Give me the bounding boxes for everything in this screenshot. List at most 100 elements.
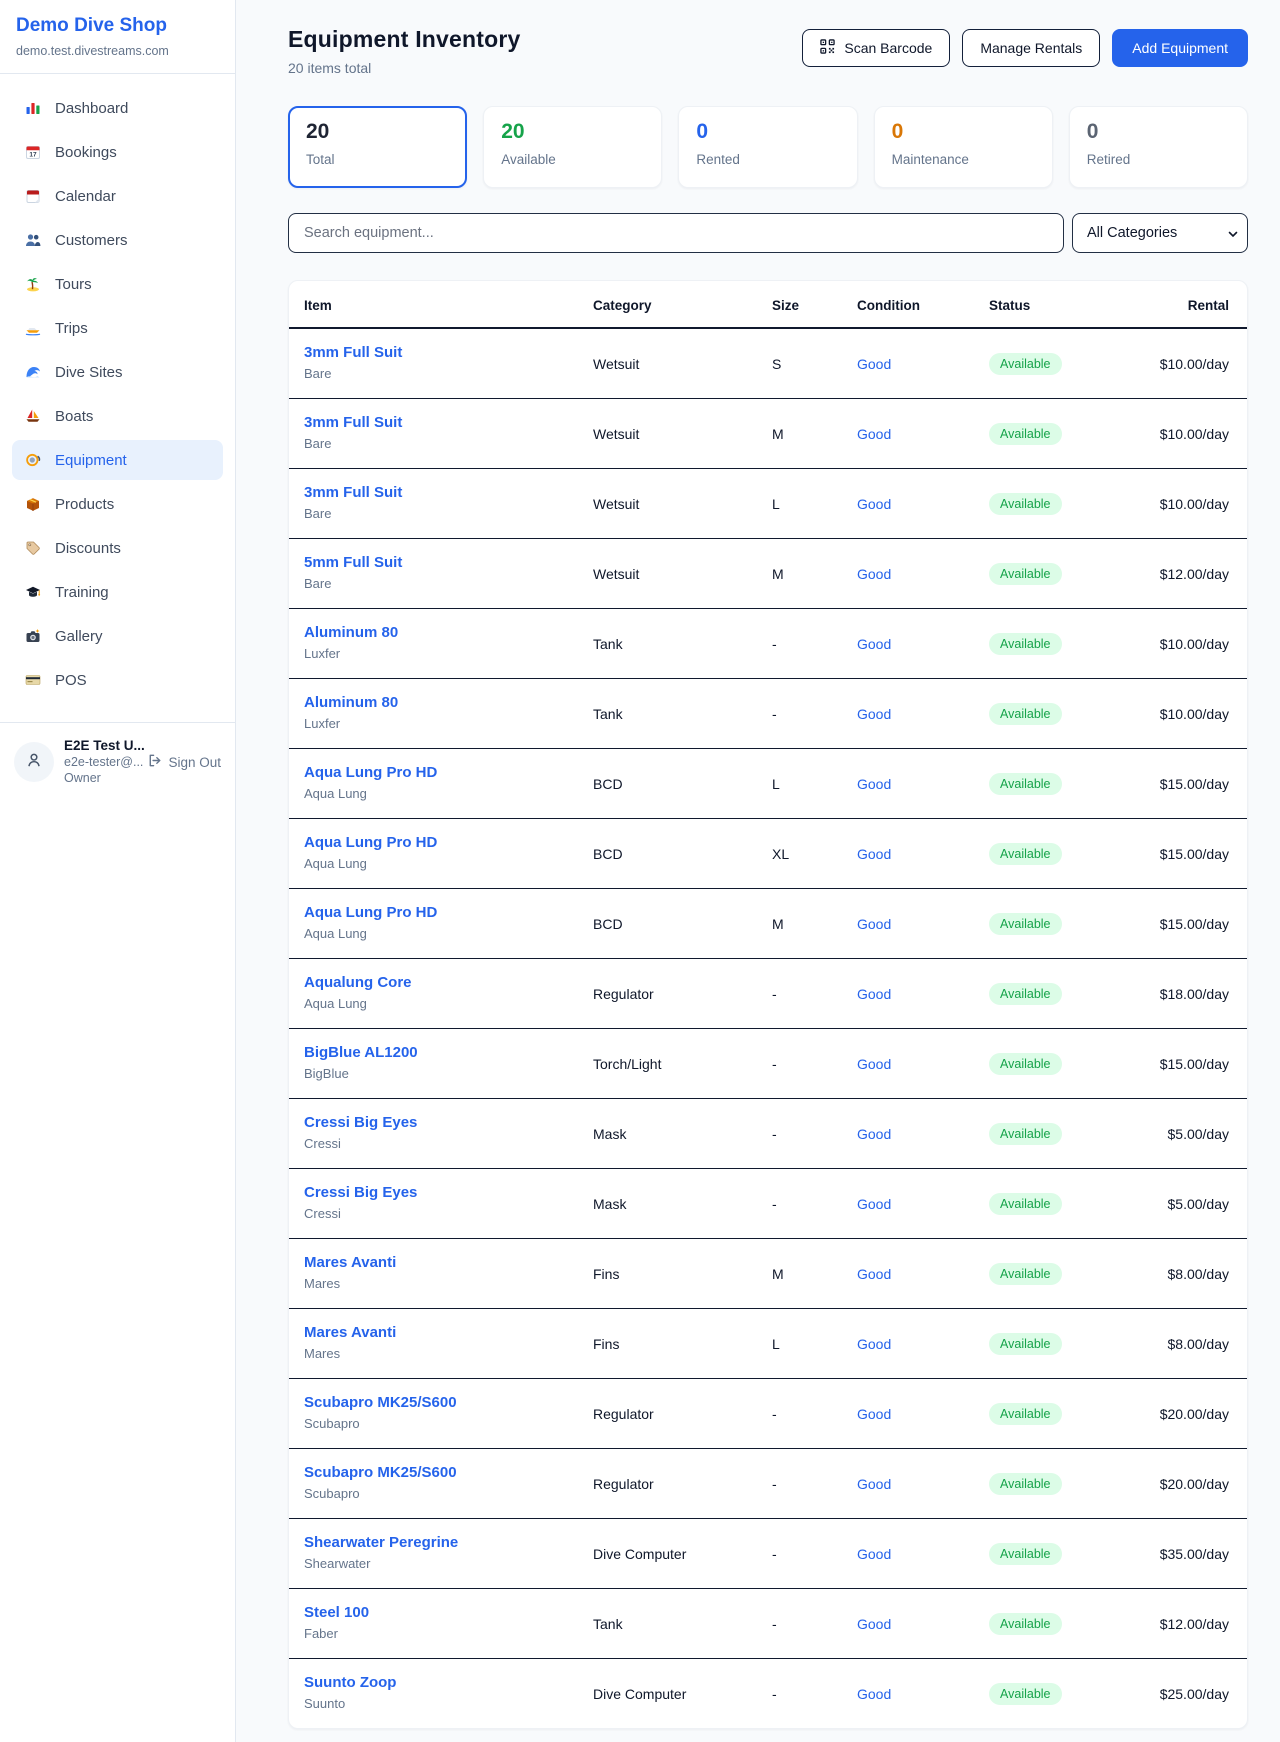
condition-link[interactable]: Good [857,356,891,372]
sign-out-icon [147,753,162,771]
category-select[interactable]: All Categories [1072,213,1248,253]
sidebar-item-tours[interactable]: Tours [12,264,223,304]
item-name-link[interactable]: Aqua Lung Pro HD [304,834,577,852]
rental-price: $8.00/day [1168,1266,1230,1282]
condition-link[interactable]: Good [857,566,891,582]
item-size: L [764,749,849,819]
item-name-link[interactable]: Scubapro MK25/S600 [304,1394,577,1412]
item-name-link[interactable]: Shearwater Peregrine [304,1534,577,1552]
tours-icon [24,276,42,292]
item-size: - [764,1379,849,1449]
condition-link[interactable]: Good [857,706,891,722]
condition-link[interactable]: Good [857,846,891,862]
sidebar-item-customers[interactable]: Customers [12,220,223,260]
item-name-link[interactable]: Suunto Zoop [304,1674,577,1692]
condition-link[interactable]: Good [857,496,891,512]
item-name-link[interactable]: 3mm Full Suit [304,344,577,362]
col-header-size: Size [764,281,849,328]
item-name-link[interactable]: Cressi Big Eyes [304,1114,577,1132]
condition-link[interactable]: Good [857,1126,891,1142]
search-input[interactable] [288,213,1064,253]
condition-link[interactable]: Good [857,636,891,652]
stat-value: 0 [1087,120,1230,144]
condition-link[interactable]: Good [857,1476,891,1492]
rental-price: $10.00/day [1160,636,1229,652]
condition-link[interactable]: Good [857,986,891,1002]
rental-price: $12.00/day [1160,1616,1229,1632]
status-badge: Available [989,1053,1062,1075]
item-category: Wetsuit [585,469,764,539]
condition-link[interactable]: Good [857,1056,891,1072]
item-size: M [764,399,849,469]
item-name-link[interactable]: Aqualung Core [304,974,577,992]
condition-link[interactable]: Good [857,1406,891,1422]
dive-sites-icon [24,364,42,380]
status-badge: Available [989,703,1062,725]
sign-out-button[interactable]: Sign Out [147,753,221,771]
item-brand: Aqua Lung [304,925,577,943]
stat-card-rented[interactable]: 0 Rented [678,106,857,188]
add-equipment-button[interactable]: Add Equipment [1112,29,1248,67]
manage-rentals-button[interactable]: Manage Rentals [962,29,1100,67]
item-name-link[interactable]: Mares Avanti [304,1324,577,1342]
item-name-link[interactable]: Aluminum 80 [304,624,577,642]
sidebar-item-products[interactable]: Products [12,484,223,524]
barcode-scan-icon [820,39,835,57]
item-category: BCD [585,889,764,959]
item-name-link[interactable]: Aluminum 80 [304,694,577,712]
item-size: M [764,539,849,609]
item-name-link[interactable]: Aqua Lung Pro HD [304,904,577,922]
item-brand: Bare [304,505,577,523]
status-badge: Available [989,1473,1062,1495]
sidebar-item-training[interactable]: Training [12,572,223,612]
rental-price: $10.00/day [1160,356,1229,372]
item-brand: Cressi [304,1205,577,1223]
sidebar-item-bookings[interactable]: 17 Bookings [12,132,223,172]
scan-barcode-button[interactable]: Scan Barcode [802,29,950,67]
svg-text:17: 17 [29,152,37,159]
stat-card-total[interactable]: 20 Total [288,106,467,188]
condition-link[interactable]: Good [857,1616,891,1632]
sidebar-item-label: Boats [55,408,93,425]
rental-price: $35.00/day [1160,1546,1229,1562]
sidebar-item-boats[interactable]: Boats [12,396,223,436]
sidebar-item-calendar[interactable]: Calendar [12,176,223,216]
item-category: Regulator [585,1449,764,1519]
condition-link[interactable]: Good [857,1266,891,1282]
condition-link[interactable]: Good [857,776,891,792]
condition-link[interactable]: Good [857,1686,891,1702]
item-name-link[interactable]: Cressi Big Eyes [304,1184,577,1202]
sidebar-item-trips[interactable]: Trips [12,308,223,348]
item-name-link[interactable]: Scubapro MK25/S600 [304,1464,577,1482]
stat-card-maintenance[interactable]: 0 Maintenance [874,106,1053,188]
sidebar-item-equipment[interactable]: Equipment [12,440,223,480]
trips-icon [24,320,42,336]
condition-link[interactable]: Good [857,1196,891,1212]
condition-link[interactable]: Good [857,916,891,932]
discounts-icon [24,540,42,556]
sidebar-item-dashboard[interactable]: Dashboard [12,88,223,128]
item-name-link[interactable]: 3mm Full Suit [304,484,577,502]
col-header-rental: Rental [1144,281,1247,328]
sidebar-item-pos[interactable]: POS [12,660,223,700]
stat-card-available[interactable]: 20 Available [483,106,662,188]
item-name-link[interactable]: Aqua Lung Pro HD [304,764,577,782]
item-name-link[interactable]: BigBlue AL1200 [304,1044,577,1062]
sidebar-item-label: Calendar [55,188,116,205]
item-name-link[interactable]: 3mm Full Suit [304,414,577,432]
sidebar-item-dive-sites[interactable]: Dive Sites [12,352,223,392]
item-name-link[interactable]: 5mm Full Suit [304,554,577,572]
stat-card-retired[interactable]: 0 Retired [1069,106,1248,188]
rental-price: $18.00/day [1160,986,1229,1002]
condition-link[interactable]: Good [857,1336,891,1352]
item-size: M [764,1239,849,1309]
sidebar-item-gallery[interactable]: Gallery [12,616,223,656]
item-name-link[interactable]: Steel 100 [304,1604,577,1622]
item-name-link[interactable]: Mares Avanti [304,1254,577,1272]
condition-link[interactable]: Good [857,426,891,442]
user-role: Owner [64,771,137,787]
condition-link[interactable]: Good [857,1546,891,1562]
header-actions: Scan Barcode Manage Rentals Add Equipmen… [802,29,1248,67]
sidebar-item-discounts[interactable]: Discounts [12,528,223,568]
status-badge: Available [989,1403,1062,1425]
